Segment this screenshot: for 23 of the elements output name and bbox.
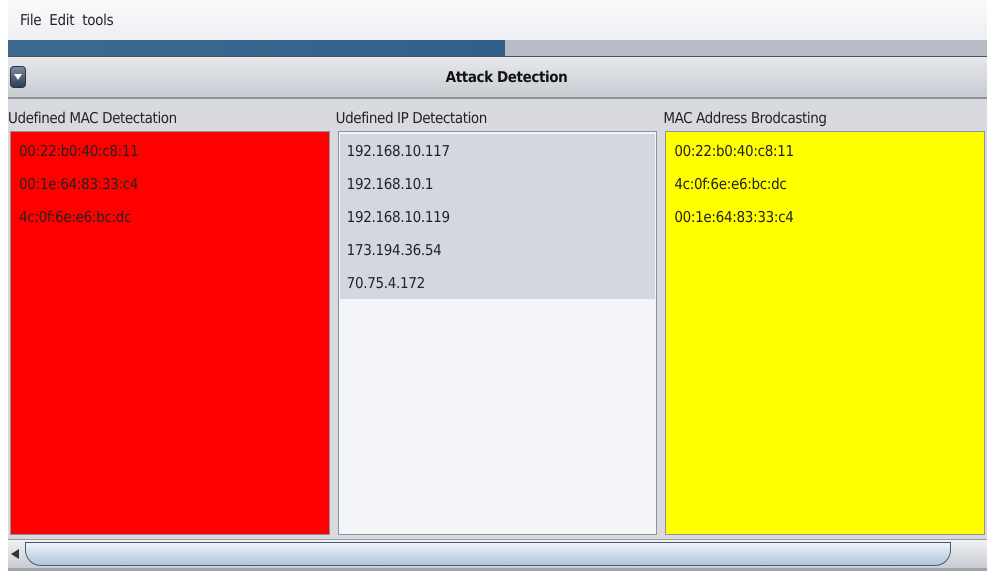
list-item[interactable]: 00:22:b0:40:c8:11	[12, 134, 328, 167]
list-title: MAC Address Brodcasting	[663, 109, 828, 129]
list-item[interactable]: 192.168.10.119	[340, 200, 656, 233]
menu-item[interactable]: File	[20, 11, 42, 29]
list-item[interactable]: 4c:0f:6e:e6:bc:dc	[12, 200, 328, 233]
list-item[interactable]: 00:1e:64:83:33:c4	[12, 167, 328, 200]
list-title: Udefined MAC Detectation	[8, 109, 178, 129]
panel-title: Attack Detection	[444, 68, 568, 86]
list-item[interactable]: 173.194.36.54	[340, 233, 656, 266]
list-item[interactable]: 192.168.10.1	[340, 167, 656, 200]
list-item[interactable]: 00:22:b0:40:c8:11	[667, 134, 983, 167]
menu-item[interactable]: Edit	[49, 11, 74, 29]
left-arrow-icon[interactable]	[11, 549, 19, 559]
dropdown-button[interactable]	[10, 66, 26, 88]
list-item[interactable]: 192.168.10.117	[340, 134, 656, 167]
list-title: Udefined IP Detectation	[336, 109, 488, 129]
scroll-bar[interactable]	[8, 539, 987, 571]
menu-item[interactable]: tools	[82, 11, 114, 29]
scroll-thumb[interactable]	[25, 542, 951, 566]
list-item[interactable]: 4c:0f:6e:e6:bc:dc	[667, 167, 983, 200]
list-item[interactable]: 70.75.4.172	[340, 266, 656, 299]
list-item[interactable]: 00:1e:64:83:33:c4	[667, 200, 983, 233]
caret-icon	[14, 74, 22, 80]
